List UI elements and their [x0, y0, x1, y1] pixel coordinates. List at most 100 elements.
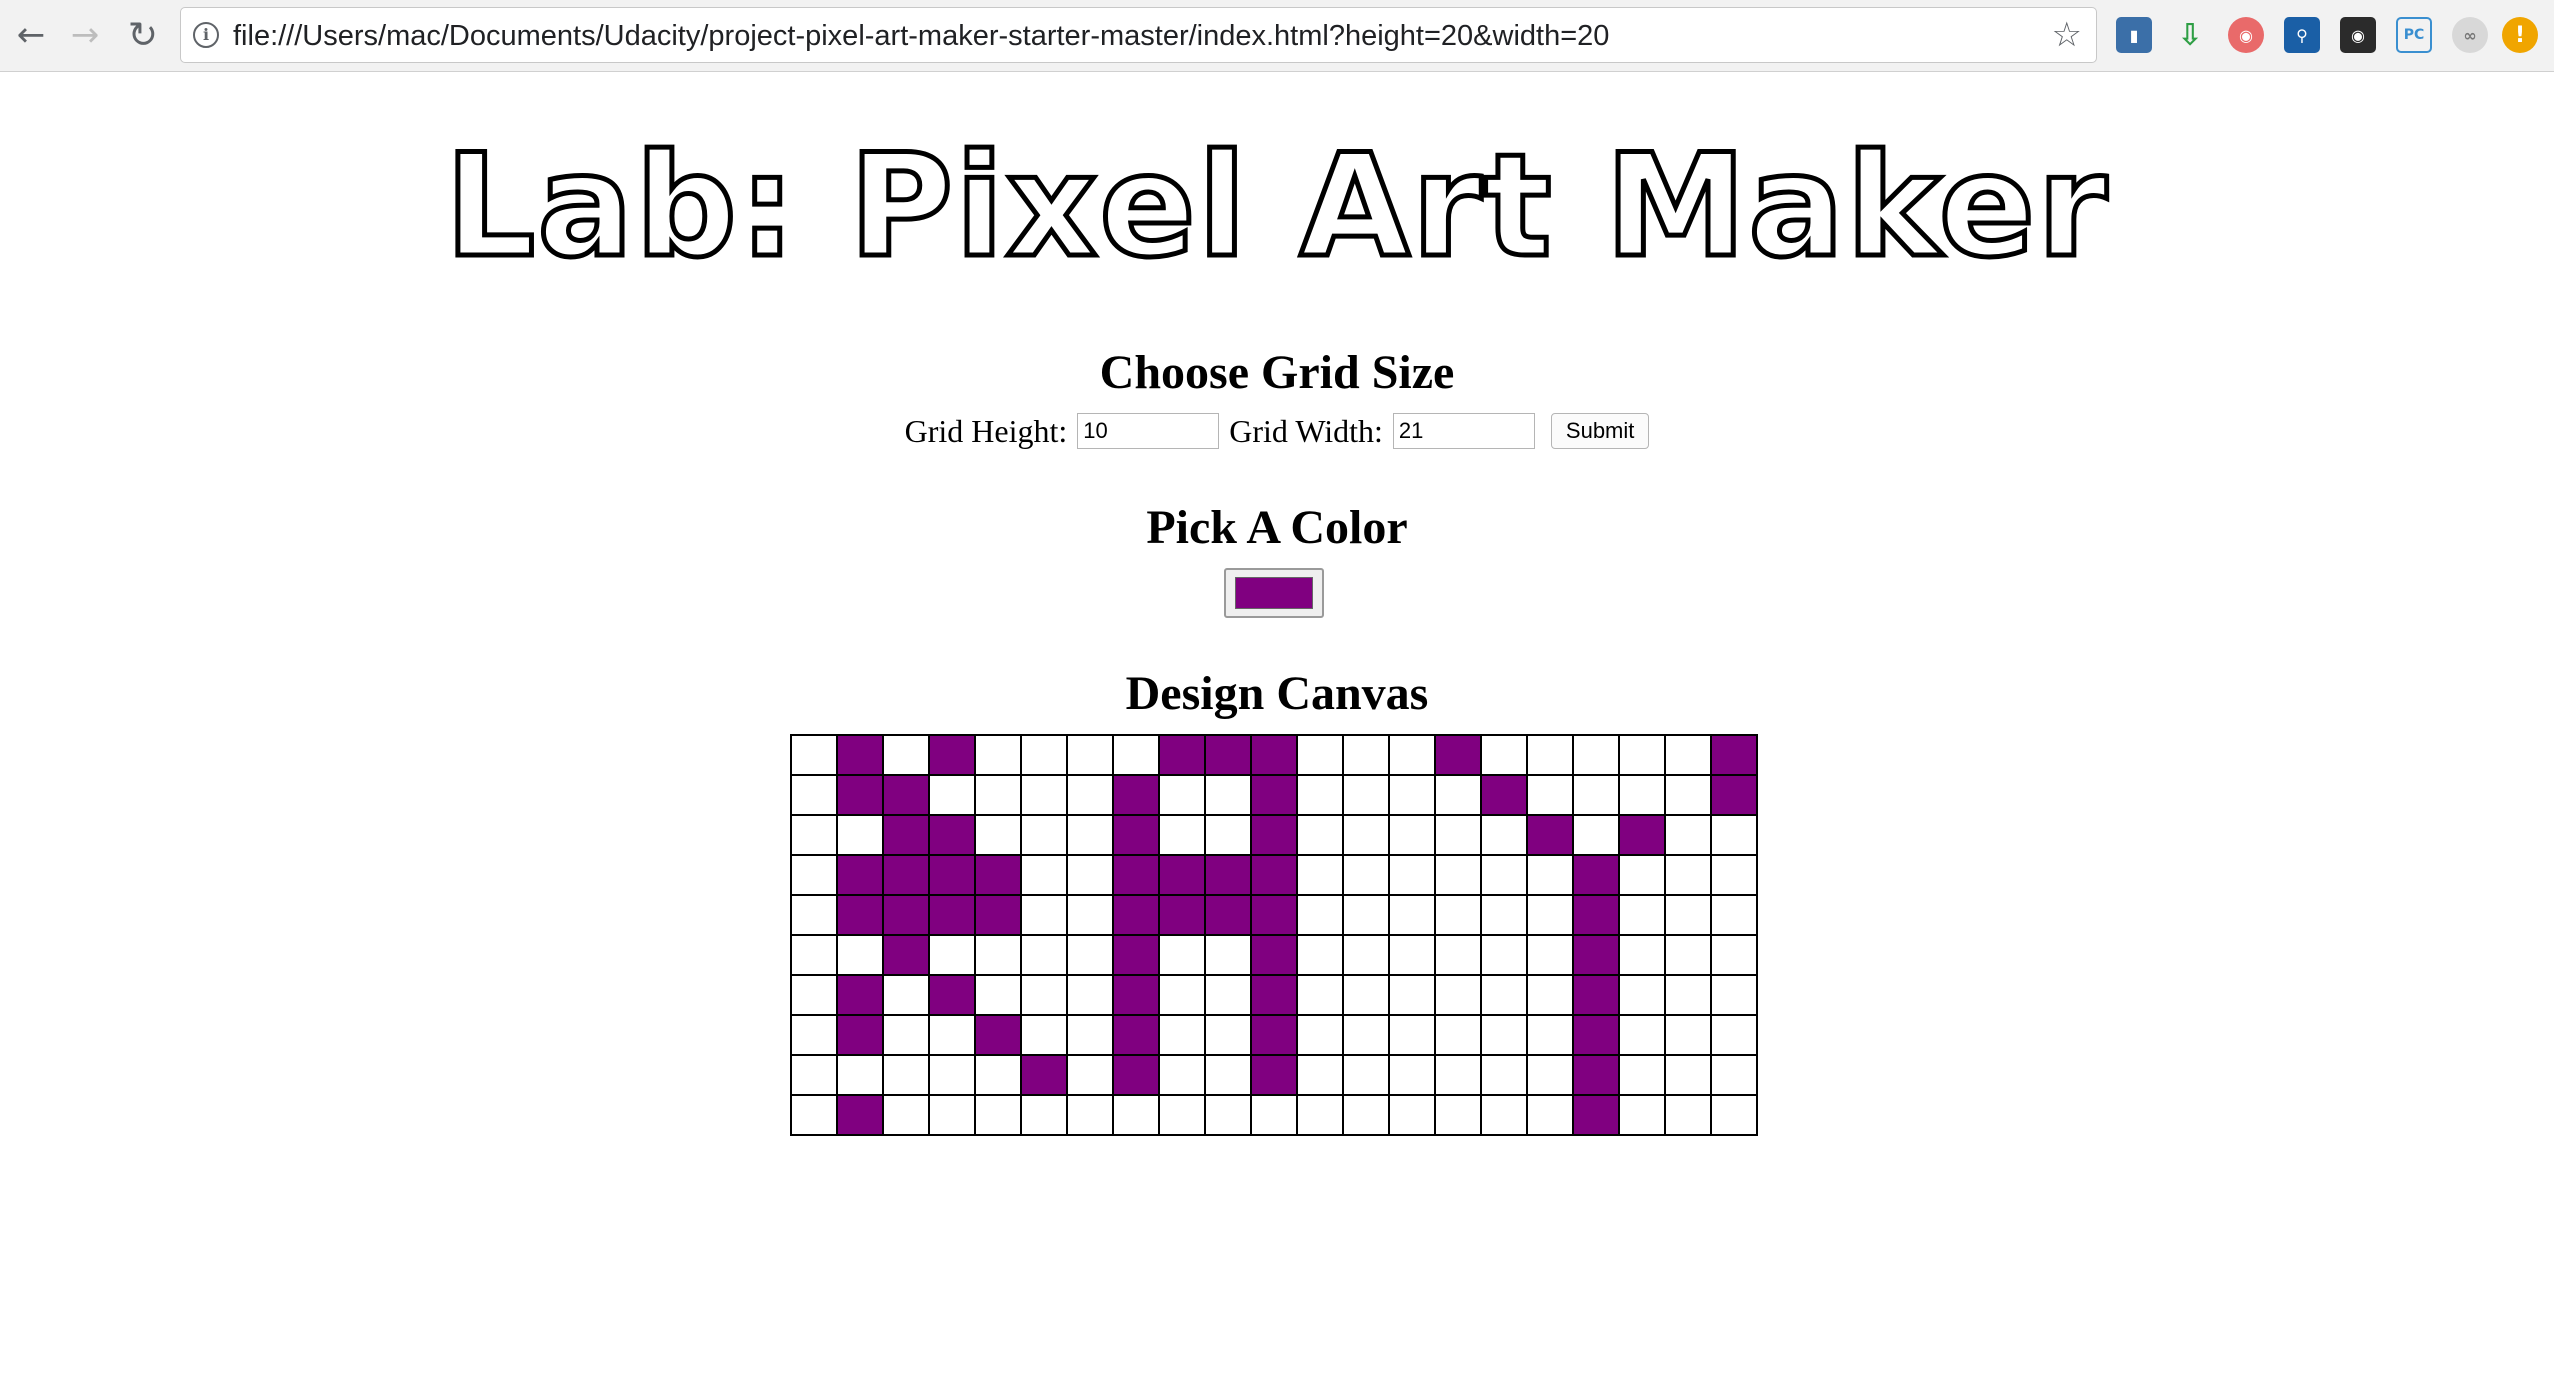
canvas-pixel[interactable] — [1434, 854, 1482, 896]
warning-icon[interactable]: ! — [2502, 17, 2538, 53]
canvas-pixel[interactable] — [974, 854, 1022, 896]
canvas-pixel[interactable] — [1066, 1054, 1114, 1096]
canvas-pixel[interactable] — [1572, 934, 1620, 976]
canvas-pixel[interactable] — [1710, 934, 1758, 976]
canvas-pixel[interactable] — [1434, 974, 1482, 1016]
canvas-pixel[interactable] — [882, 974, 930, 1016]
canvas-pixel[interactable] — [1158, 734, 1206, 776]
canvas-pixel[interactable] — [1112, 1054, 1160, 1096]
canvas-pixel[interactable] — [1664, 1094, 1712, 1136]
canvas-pixel[interactable] — [1020, 894, 1068, 936]
canvas-pixel[interactable] — [1572, 894, 1620, 936]
canvas-pixel[interactable] — [1066, 1014, 1114, 1056]
canvas-pixel[interactable] — [1250, 854, 1298, 896]
pc-icon[interactable]: PC — [2396, 17, 2432, 53]
visual-icon[interactable]: ∞ — [2452, 17, 2488, 53]
canvas-pixel[interactable] — [1158, 894, 1206, 936]
canvas-pixel[interactable] — [882, 814, 930, 856]
canvas-pixel[interactable] — [1526, 934, 1574, 976]
canvas-pixel[interactable] — [1480, 734, 1528, 776]
canvas-pixel[interactable] — [882, 1014, 930, 1056]
canvas-pixel[interactable] — [1342, 814, 1390, 856]
canvas-pixel[interactable] — [1204, 1014, 1252, 1056]
canvas-pixel[interactable] — [1020, 934, 1068, 976]
canvas-pixel[interactable] — [1112, 734, 1160, 776]
canvas-pixel[interactable] — [1158, 854, 1206, 896]
canvas-pixel[interactable] — [882, 934, 930, 976]
canvas-pixel[interactable] — [1250, 814, 1298, 856]
canvas-pixel[interactable] — [836, 1054, 884, 1096]
canvas-pixel[interactable] — [836, 934, 884, 976]
canvas-pixel[interactable] — [1296, 934, 1344, 976]
canvas-pixel[interactable] — [928, 1054, 976, 1096]
canvas-pixel[interactable] — [1158, 1014, 1206, 1056]
canvas-pixel[interactable] — [836, 734, 884, 776]
canvas-pixel[interactable] — [1158, 1094, 1206, 1136]
canvas-pixel[interactable] — [1020, 974, 1068, 1016]
instagram-icon[interactable]: ◉ — [2228, 17, 2264, 53]
canvas-pixel[interactable] — [1480, 894, 1528, 936]
canvas-pixel[interactable] — [1526, 734, 1574, 776]
canvas-pixel[interactable] — [1296, 814, 1344, 856]
canvas-pixel[interactable] — [1480, 974, 1528, 1016]
canvas-pixel[interactable] — [836, 974, 884, 1016]
canvas-pixel[interactable] — [836, 774, 884, 816]
canvas-pixel[interactable] — [928, 774, 976, 816]
canvas-pixel[interactable] — [882, 1054, 930, 1096]
canvas-pixel[interactable] — [1664, 894, 1712, 936]
canvas-pixel[interactable] — [1526, 974, 1574, 1016]
canvas-pixel[interactable] — [1480, 934, 1528, 976]
canvas-pixel[interactable] — [1526, 1014, 1574, 1056]
canvas-pixel[interactable] — [1250, 734, 1298, 776]
canvas-pixel[interactable] — [974, 814, 1022, 856]
canvas-pixel[interactable] — [1066, 854, 1114, 896]
canvas-pixel[interactable] — [790, 814, 838, 856]
canvas-pixel[interactable] — [1204, 814, 1252, 856]
canvas-pixel[interactable] — [928, 894, 976, 936]
canvas-pixel[interactable] — [974, 1094, 1022, 1136]
canvas-pixel[interactable] — [1480, 814, 1528, 856]
canvas-pixel[interactable] — [1112, 1094, 1160, 1136]
canvas-pixel[interactable] — [1572, 774, 1620, 816]
canvas-pixel[interactable] — [1434, 814, 1482, 856]
canvas-pixel[interactable] — [1342, 734, 1390, 776]
canvas-pixel[interactable] — [1618, 1054, 1666, 1096]
canvas-pixel[interactable] — [836, 1014, 884, 1056]
canvas-pixel[interactable] — [1204, 854, 1252, 896]
canvas-pixel[interactable] — [790, 1054, 838, 1096]
canvas-pixel[interactable] — [1112, 854, 1160, 896]
canvas-pixel[interactable] — [1112, 1014, 1160, 1056]
canvas-pixel[interactable] — [1388, 894, 1436, 936]
canvas-pixel[interactable] — [1664, 974, 1712, 1016]
address-bar[interactable]: i file:///Users/mac/Documents/Udacity/pr… — [180, 7, 2097, 63]
canvas-pixel[interactable] — [790, 894, 838, 936]
canvas-pixel[interactable] — [1342, 1014, 1390, 1056]
canvas-pixel[interactable] — [1526, 1094, 1574, 1136]
canvas-pixel[interactable] — [882, 894, 930, 936]
canvas-pixel[interactable] — [1388, 1094, 1436, 1136]
canvas-pixel[interactable] — [1020, 1054, 1068, 1096]
canvas-pixel[interactable] — [1250, 1094, 1298, 1136]
canvas-pixel[interactable] — [1710, 1014, 1758, 1056]
canvas-pixel[interactable] — [1526, 854, 1574, 896]
canvas-pixel[interactable] — [1480, 1094, 1528, 1136]
canvas-pixel[interactable] — [928, 814, 976, 856]
canvas-pixel[interactable] — [836, 1094, 884, 1136]
canvas-pixel[interactable] — [1710, 894, 1758, 936]
canvas-pixel[interactable] — [1112, 774, 1160, 816]
canvas-pixel[interactable] — [1710, 974, 1758, 1016]
canvas-pixel[interactable] — [1342, 854, 1390, 896]
canvas-pixel[interactable] — [1250, 774, 1298, 816]
back-arrow-icon[interactable]: ← — [6, 10, 56, 60]
canvas-pixel[interactable] — [1572, 734, 1620, 776]
canvas-pixel[interactable] — [1526, 774, 1574, 816]
canvas-pixel[interactable] — [1296, 1014, 1344, 1056]
clapper-icon[interactable]: ▮ — [2116, 17, 2152, 53]
canvas-pixel[interactable] — [1710, 1094, 1758, 1136]
canvas-pixel[interactable] — [1618, 974, 1666, 1016]
canvas-pixel[interactable] — [1158, 774, 1206, 816]
download-arrow-icon[interactable]: ⇩ — [2172, 17, 2208, 53]
canvas-pixel[interactable] — [1158, 974, 1206, 1016]
canvas-pixel[interactable] — [1296, 1054, 1344, 1096]
canvas-pixel[interactable] — [1204, 1094, 1252, 1136]
